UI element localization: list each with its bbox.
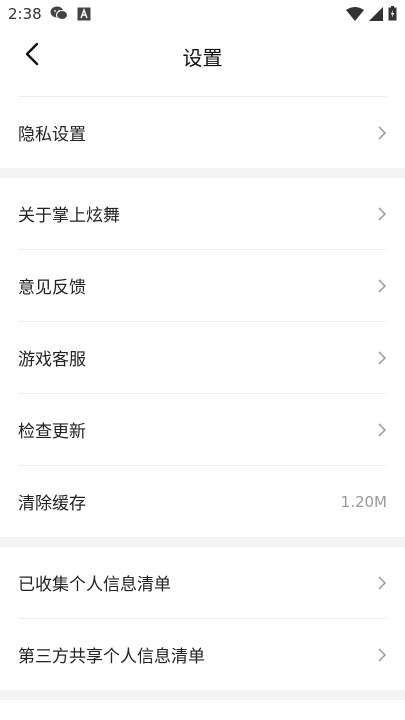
chevron-right-icon [377,647,387,663]
row-collected-info-list[interactable]: 已收集个人信息清单 [18,547,387,619]
signal-icon [369,6,383,25]
wifi-icon [346,6,364,25]
settings-list: 隐私设置 关于掌上炫舞 意见反馈 游戏客服 检查更新 清除缓存 1.20M 已收… [0,82,405,700]
section-gap [0,537,405,547]
settings-section-personal-info: 已收集个人信息清单 第三方共享个人信息清单 [0,547,405,690]
row-check-update[interactable]: 检查更新 [18,394,387,466]
chevron-right-icon [377,422,387,438]
status-bar: 2:38 [0,0,405,30]
divider [18,82,387,97]
row-third-party-info-list[interactable]: 第三方共享个人信息清单 [18,619,387,690]
chevron-right-icon [377,206,387,222]
row-feedback[interactable]: 意见反馈 [18,250,387,322]
row-label: 已收集个人信息清单 [18,575,171,595]
row-label: 游戏客服 [18,350,86,370]
row-label: 检查更新 [18,422,86,442]
row-label: 意见反馈 [18,278,86,298]
row-label: 关于掌上炫舞 [18,206,120,226]
settings-section-general: 关于掌上炫舞 意见反馈 游戏客服 检查更新 清除缓存 1.20M [0,178,405,537]
section-gap [0,168,405,178]
row-privacy-settings[interactable]: 隐私设置 [18,97,387,168]
settings-section-privacy: 隐私设置 [0,82,405,168]
row-clear-cache[interactable]: 清除缓存 1.20M [18,466,387,537]
row-label: 清除缓存 [18,494,86,514]
chevron-right-icon [377,278,387,294]
battery-icon [388,5,397,25]
page-title: 设置 [182,46,223,70]
wechat-icon [50,5,68,25]
section-gap [0,690,405,700]
nav-header: 设置 [0,30,405,83]
cache-size-value: 1.20M [340,492,387,511]
row-label: 第三方共享个人信息清单 [18,647,205,667]
chevron-right-icon [377,350,387,366]
status-time: 2:38 [8,5,42,23]
row-game-support[interactable]: 游戏客服 [18,322,387,394]
chevron-right-icon [377,575,387,591]
chevron-right-icon [377,125,387,141]
text-a-icon [77,6,91,25]
row-label: 隐私设置 [18,125,86,145]
row-about[interactable]: 关于掌上炫舞 [18,178,387,250]
